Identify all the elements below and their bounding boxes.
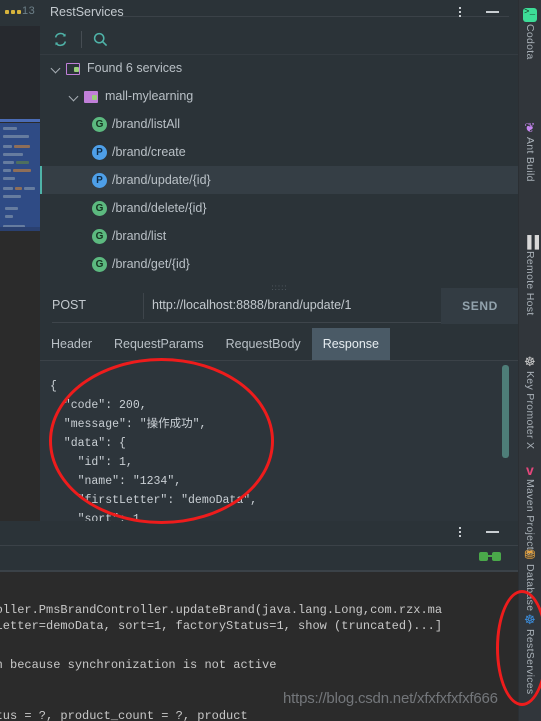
codota-icon [523,7,537,22]
editor-selected-code [0,123,40,230]
tool-tab-restservices[interactable]: ☸ RestServices [519,610,541,695]
chevron-down-icon[interactable] [68,90,81,103]
tree-item-label: /brand/delete/{id} [112,201,207,215]
tab-requestbody[interactable]: RequestBody [215,328,312,360]
editor-status-strip: 13 [0,0,40,26]
tool-tab-codota[interactable]: Codota [519,5,541,60]
response-scrollbar[interactable] [502,365,509,458]
more-options-icon[interactable] [453,525,467,540]
http-method-badge: G [92,256,107,272]
tree-item-label: /brand/listAll [112,117,181,131]
console-toolbar [0,546,519,570]
editor-sliver[interactable] [0,0,40,521]
soft-wrap-icon[interactable] [479,552,501,563]
tree-item[interactable]: G/brand/delete/{id} [40,194,519,222]
refresh-icon[interactable] [52,31,69,48]
module-folder-icon [84,90,99,103]
tab-requestparams[interactable]: RequestParams [103,328,215,360]
tree-item-label: mall-mylearning [105,89,194,103]
tree-item-label: Found 6 services [87,61,183,75]
tree-item-label: /brand/create [112,145,186,159]
url-underline [52,322,441,323]
tool-tab-label: Key Promoter X [524,371,536,450]
request-tabs[interactable]: Header RequestParams RequestBody Response [40,328,519,360]
response-json: { "code": 200, "message": "操作成功", "data"… [50,379,258,522]
tool-tab-label: Remote Host [524,251,536,316]
minimize-icon[interactable] [486,531,499,533]
response-panel[interactable]: { "code": 200, "message": "操作成功", "data"… [40,361,519,521]
method-divider [143,293,144,319]
tool-tab-ant-build[interactable]: ❦ Ant Build [519,118,541,182]
rest-services-icon: ☸ [524,612,536,627]
http-method-badge: G [92,200,107,216]
tab-response[interactable]: Response [311,328,390,360]
services-tree[interactable]: Found 6 services mall-mylearning G/brand/l… [40,54,519,281]
toolbar-divider [81,31,82,48]
console-line: rstLetter=demoData, sort=1, factoryStatu… [0,619,443,633]
page-title: RestServices [50,5,124,19]
editor-selection-bottom [0,227,40,231]
tool-window-title-bar: RestServices [40,0,519,25]
tree-item-label: /brand/update/{id} [112,173,211,187]
http-method-badge: P [92,172,107,188]
tab-header[interactable]: Header [40,328,103,360]
tool-tab-remote-host[interactable]: ▐▐▐ Remote Host [519,232,541,316]
tree-item[interactable]: mall-mylearning [40,82,519,110]
tree-item[interactable]: G/brand/listAll [40,110,519,138]
tool-tab-label: Ant Build [524,137,536,182]
minimize-icon[interactable] [486,11,499,13]
more-options-icon[interactable] [453,5,467,20]
title-divider [118,16,509,17]
tool-tab-label: Database [524,564,536,612]
tree-item[interactable]: P/brand/create [40,138,519,166]
tool-tab-key-promoter-x[interactable]: ☸ Key Promoter X [519,352,541,450]
tree-item[interactable]: G/brand/list [40,222,519,250]
ide-window: 13 RestServices Found 6 services mall-my… [0,0,541,721]
tool-tab-maven-projects[interactable]: ᴠ Maven Projects [519,460,541,556]
key-promoter-icon: ☸ [524,354,536,369]
tool-tab-label: RestServices [524,629,536,695]
panel-splitter[interactable]: ::::: [40,281,519,292]
chevron-down-icon[interactable] [50,62,63,75]
tree-item[interactable]: P/brand/update/{id} [40,166,519,194]
url-input[interactable]: http://localhost:8888/brand/update/1 [152,298,351,312]
http-method-badge: G [92,228,107,244]
http-method-badge: G [92,116,107,132]
search-icon[interactable] [92,31,109,48]
watermark-text: https://blog.csdn.net/xfxfxfxfxf666 [283,690,498,707]
maven-icon: ᴠ [525,462,535,478]
tree-item[interactable]: G/brand/get/{id} [40,250,519,278]
http-method-badge: P [92,144,107,160]
tree-item-label: /brand/list [112,229,167,243]
remote-host-icon: ▐▐▐ [523,235,541,249]
console-title-bar [0,521,519,545]
rest-services-tool-window: RestServices Found 6 services mall-mylea… [40,0,519,521]
three-dots-icon [5,10,21,14]
tool-tab-label: Codota [524,24,536,60]
console-line: tion because synchronization is not acti… [0,658,277,672]
editor-selection-top [0,119,40,122]
folder-icon [66,62,81,75]
tree-item[interactable]: Found 6 services [40,54,519,82]
console-line: status = ?, product_count = ?, product [0,709,248,721]
database-icon: ⛃ [524,547,536,562]
send-button[interactable]: SEND [441,288,519,324]
console-line: ntroller.PmsBrandController.updateBrand(… [0,603,443,617]
ant-icon: ❦ [524,120,536,135]
tool-tab-database[interactable]: ⛃ Database [519,545,541,612]
editor-indicator-count: 13 [22,5,36,17]
rest-toolbar [40,25,519,55]
http-method-selector[interactable]: POST [52,298,86,312]
right-tool-window-bar: Codota ❦ Ant Build ▐▐▐ Remote Host ☸ Key Promo… [518,0,541,721]
tree-item-label: /brand/get/{id} [112,257,190,271]
request-url-bar: POST http://localhost:8888/brand/update/… [40,288,519,324]
